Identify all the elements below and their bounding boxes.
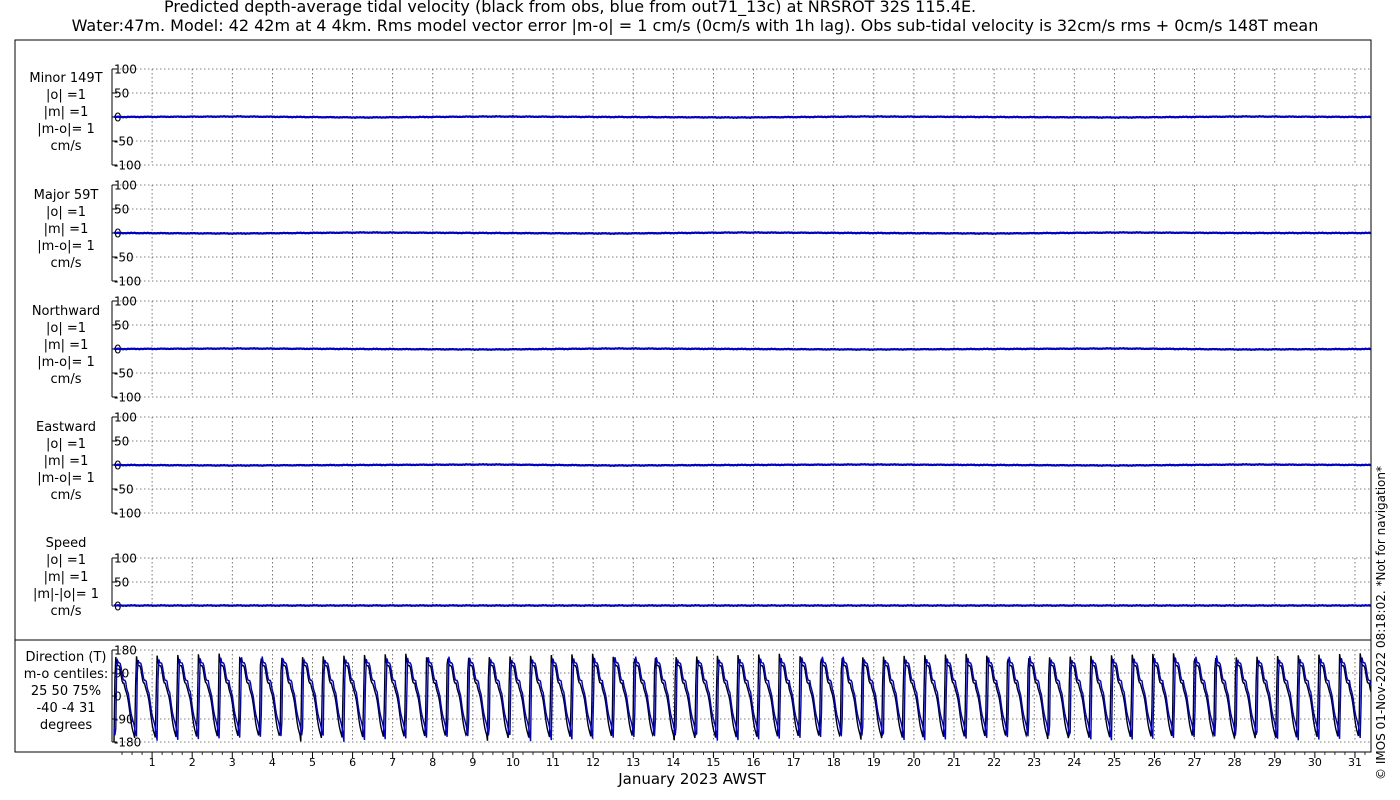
y-tick-label: 50 [114,203,129,217]
panel-label-line: |m| =1 [44,454,89,469]
panel-label-line: |m|-|o|= 1 [33,587,99,602]
copyright-note: © IMOS 01-Nov-2022 08:18:02. *Not for na… [1374,466,1388,780]
y-tick-label: -180 [114,736,141,750]
panel-label-line: 25 50 75% [31,684,101,699]
series-line-model [114,347,1371,351]
x-tick-label: 1 [149,756,156,769]
x-tick-label: 24 [1067,756,1081,769]
y-tick-label: 100 [114,552,137,566]
x-tick-label: 29 [1268,756,1282,769]
x-tick-label: 17 [787,756,801,769]
panel-eastward: Eastward|o| =1|m| =1|m-o|= 1cm/s100500-5… [36,411,1372,521]
x-tick-label: 18 [827,756,841,769]
panel-label-line: |o| =1 [46,88,86,103]
x-tick-label: 8 [429,756,436,769]
x-tick-label: 11 [546,756,560,769]
panel-label-line: Northward [32,304,100,319]
y-tick-label: -50 [114,367,134,381]
panel-label-line: -40 -4 31 [36,701,95,716]
panel-major: Major 59T|o| =1|m| =1|m-o|= 1cm/s100500-… [34,179,1372,289]
outer-frame [14,39,1372,753]
panel-label-line: cm/s [51,256,82,271]
panel-label-line: |o| =1 [46,553,86,568]
panel-label-line: Eastward [36,420,96,435]
panel-label-line: m-o centiles: [24,667,109,682]
y-tick-label: -100 [114,391,141,405]
panel-label-line: degrees [40,718,93,733]
x-tick-label: 9 [469,756,476,769]
panel-speed: Speed|o| =1|m| =1|m|-|o|= 1cm/s100500 [33,536,1372,619]
x-tick-label: 20 [907,756,921,769]
x-tick-label: 28 [1228,756,1242,769]
y-tick-label: 100 [114,295,137,309]
y-tick-label: 50 [114,87,129,101]
x-tick-label: 30 [1308,756,1322,769]
x-tick-label: 5 [309,756,316,769]
y-tick-label: -100 [114,507,141,521]
panel-label-line: Direction (T) [26,650,107,665]
panel-label-line: |m| =1 [44,338,89,353]
x-tick-label: 7 [389,756,396,769]
y-tick-label: 100 [114,63,137,77]
x-tick-label: 26 [1147,756,1161,769]
panel-label-line: Speed [46,536,87,551]
y-tick-label: 50 [114,435,129,449]
panel-label-line: Minor 149T [29,71,102,86]
panel-label-line: |m-o|= 1 [37,122,95,137]
x-tick-label: 10 [506,756,520,769]
x-tick-label: 22 [987,756,1001,769]
panel-direction: Direction (T) m-o centiles: 25 50 75% -40 -… [24,644,1372,750]
y-tick-label: 100 [114,411,137,425]
y-tick-label: -50 [114,483,134,497]
x-tick-label: 16 [747,756,761,769]
panel-label-line: |m| =1 [44,222,89,237]
x-tick-label: 19 [867,756,881,769]
x-tick-label: 21 [947,756,961,769]
panel-label-line: |o| =1 [46,321,86,336]
panel-label-line: |m-o|= 1 [37,471,95,486]
tidal-velocity-figure: Minor 149T|o| =1|m| =1|m-o|= 1cm/s100500… [14,39,1372,788]
panel-label-line: cm/s [51,139,82,154]
x-tick-label: 14 [666,756,680,769]
y-tick-label: 100 [114,179,137,193]
panel-label-line: cm/s [51,372,82,387]
y-tick-label: 50 [114,319,129,333]
panel-label-line: |m| =1 [44,105,89,120]
panel-label-line: |m-o|= 1 [37,355,95,370]
y-tick-label: 50 [114,576,129,590]
x-axis-label: January 2023 AWST [617,770,766,788]
x-tick-label: 31 [1348,756,1362,769]
x-tick-label: 27 [1188,756,1202,769]
x-tick-label: 2 [189,756,196,769]
x-tick-label: 23 [1027,756,1041,769]
y-tick-label: -50 [114,251,134,265]
panel-label-line: |m-o|= 1 [37,239,95,254]
panel-label-line: |m| =1 [44,570,89,585]
series-line-model [114,463,1371,467]
series-line-model [114,115,1371,119]
y-tick-label: -100 [114,275,141,289]
panel-label-line: cm/s [51,488,82,503]
x-tick-label: 4 [269,756,276,769]
x-tick-label: 25 [1107,756,1121,769]
x-tick-label: 15 [706,756,720,769]
x-tick-label: 3 [229,756,236,769]
panel-label-line: |o| =1 [46,205,86,220]
panel-label-line: Major 59T [34,188,99,203]
x-tick-label: 12 [586,756,600,769]
panel-label-line: cm/s [51,604,82,619]
x-tick-label: 13 [626,756,640,769]
panel-northward: Northward|o| =1|m| =1|m-o|= 1cm/s100500-… [32,295,1372,405]
x-tick-label: 6 [349,756,356,769]
panel-label-line: |o| =1 [46,437,86,452]
y-tick-label: -50 [114,135,134,149]
panel-minor: Minor 149T|o| =1|m| =1|m-o|= 1cm/s100500… [29,63,1372,173]
series-line-model [113,604,1372,607]
y-tick-label: -100 [114,159,141,173]
y-tick-label: 180 [114,644,137,658]
